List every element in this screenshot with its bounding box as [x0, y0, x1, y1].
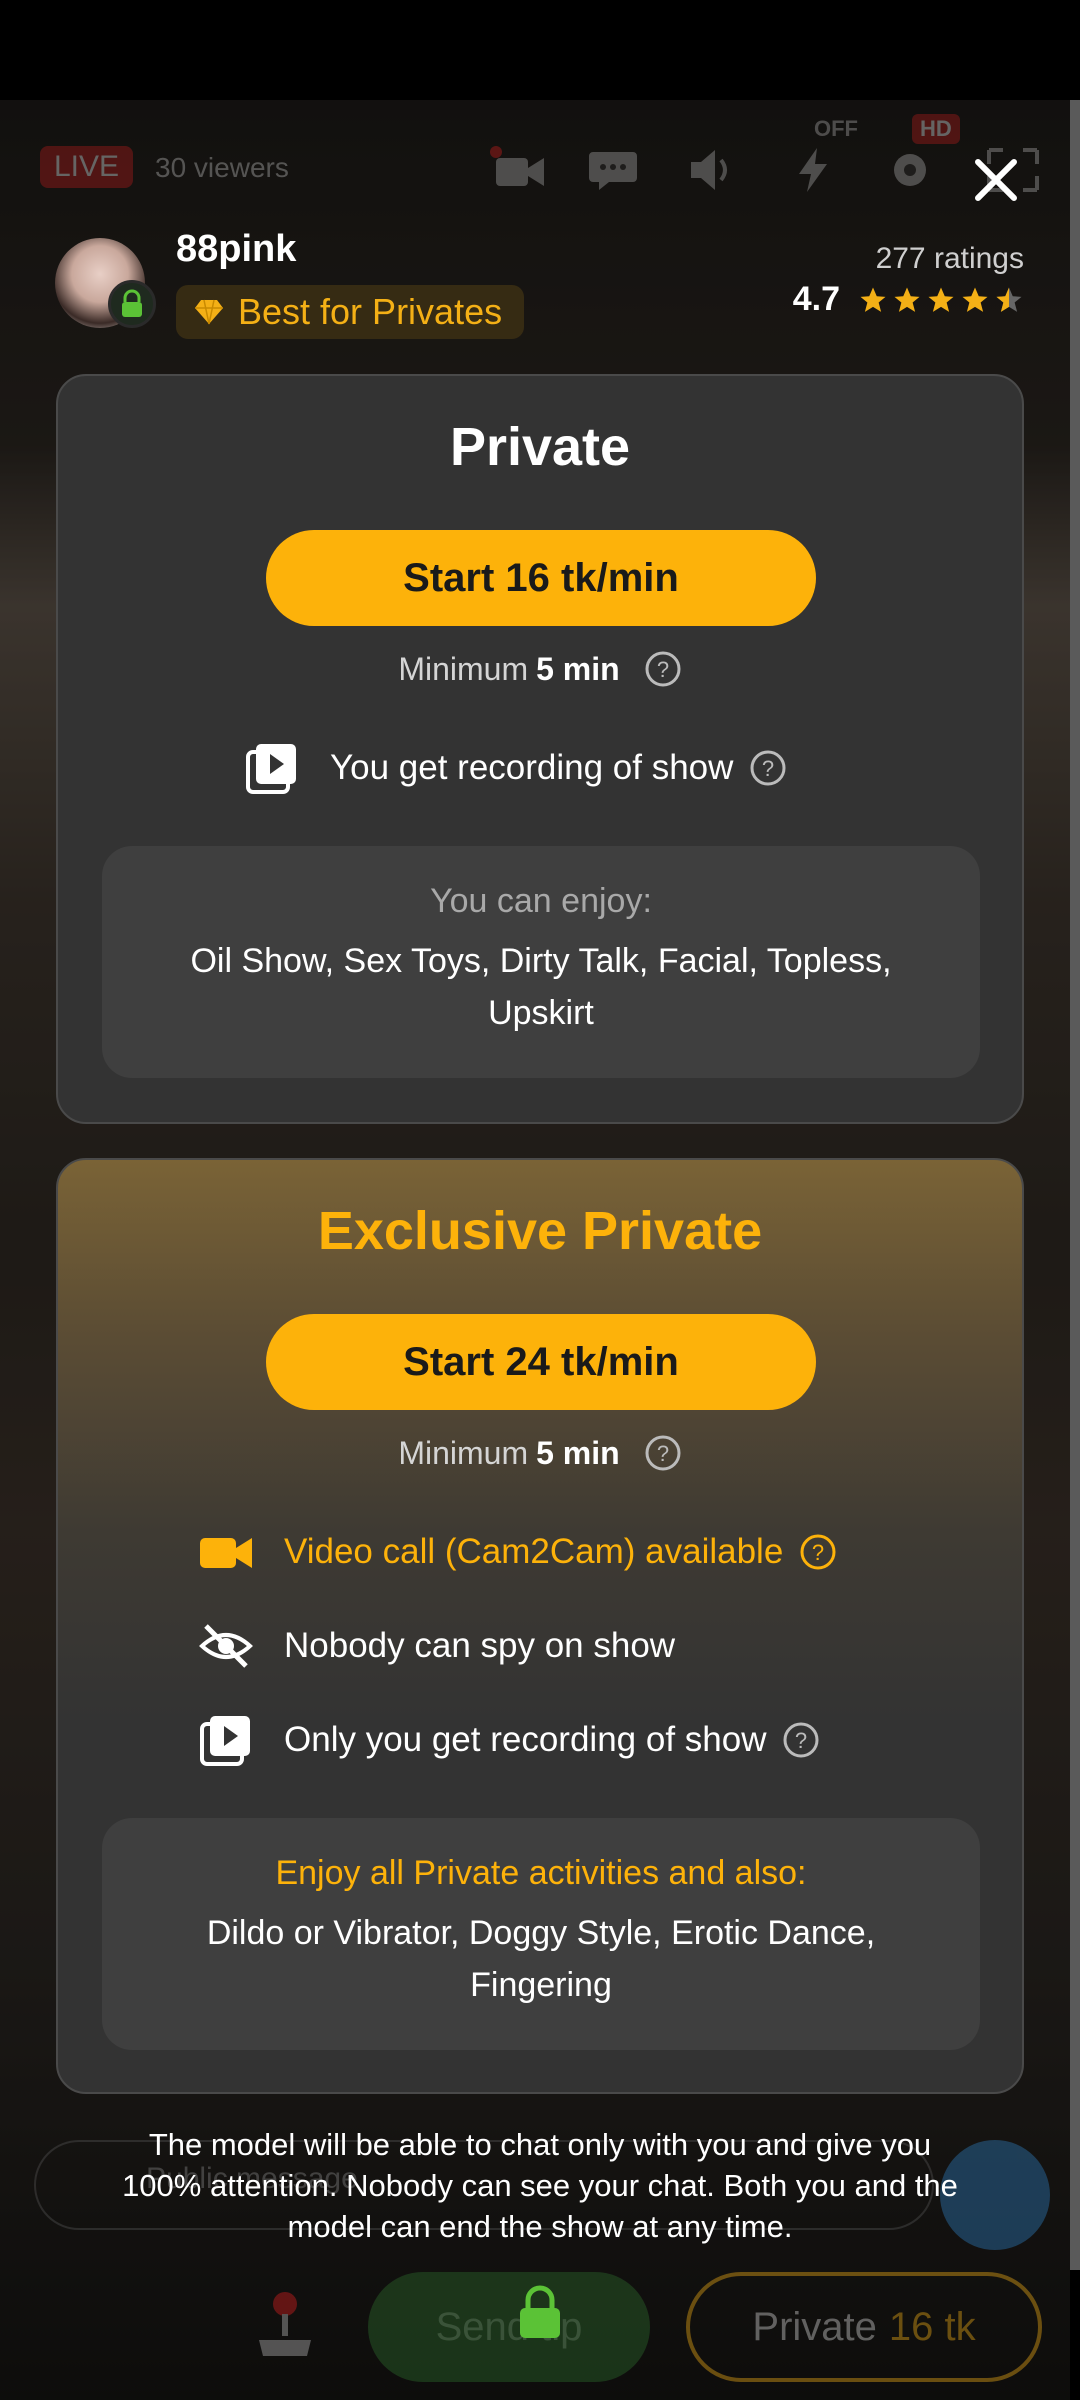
enjoy-list-line: Fingering — [470, 1966, 612, 2004]
private-title: Private — [449, 417, 631, 477]
exclusive-minimum: Minimum 5 min ? — [58, 1434, 1022, 1472]
minimum-prefix: Minimum — [398, 650, 529, 687]
recording-feature: You get recording of show ? — [244, 740, 787, 796]
camera-icon[interactable] — [490, 146, 546, 194]
enjoy-title: You can enjoy: — [430, 882, 652, 920]
player-controls: LIVE 30 viewers OFF HD — [0, 114, 1070, 210]
help-icon[interactable]: ? — [644, 650, 682, 688]
private-price: 16 tk — [888, 2304, 976, 2349]
start-exclusive-button[interactable]: Start 24 tk/min — [266, 1314, 816, 1410]
enjoy-list-line: Dildo or Vibrator, Doggy Style, Erotic D… — [206, 1914, 876, 1952]
rating-value: 4.7 — [792, 280, 840, 318]
lock-icon — [520, 2285, 560, 2338]
lightning-off-tag: OFF — [814, 116, 858, 141]
close-icon[interactable] — [968, 152, 1024, 208]
private-enjoy-box: You can enjoy: Oil Show, Sex Toys, Dirty… — [102, 846, 980, 1078]
recording-icon — [246, 744, 296, 794]
help-icon[interactable]: ? — [799, 1533, 837, 1571]
svg-text:?: ? — [812, 1540, 824, 1565]
cam2cam-feature: Video call (Cam2Cam) available ? — [198, 1524, 837, 1580]
enjoy-title: Enjoy all Private activities and also: — [275, 1854, 807, 1892]
send-tip-button[interactable]: Send tip — [368, 2272, 650, 2382]
star-icon — [962, 287, 988, 312]
volume-icon[interactable] — [685, 146, 741, 194]
no-spy-feature: Nobody can spy on show — [198, 1618, 675, 1674]
exclusive-enjoy-box: Enjoy all Private activities and also: D… — [102, 1818, 980, 2050]
footer-note-line: 100% attention. Nobody can see your chat… — [122, 2168, 958, 2203]
recording-text: You get recording of show — [330, 748, 734, 787]
star-icon — [928, 287, 954, 312]
ratings-count: 277 ratings — [875, 242, 1024, 275]
eye-off-icon — [199, 1624, 253, 1668]
private-minimum: Minimum 5 min ? — [58, 650, 1022, 688]
best-for-privates-badge: Best for Privates — [176, 285, 525, 339]
joystick-icon[interactable] — [255, 2290, 315, 2360]
help-icon[interactable]: ? — [644, 1434, 682, 1472]
help-icon[interactable]: ? — [749, 749, 787, 787]
enjoy-list-line: Oil Show, Sex Toys, Dirty Talk, Facial, … — [190, 942, 892, 980]
exclusive-title: Exclusive Private — [317, 1201, 763, 1261]
enjoy-list: Dildo or Vibrator, Doggy Style, Erotic D… — [102, 1907, 980, 2011]
footer-note: The model will be able to chat only with… — [40, 2124, 1040, 2247]
chat-icon[interactable] — [585, 146, 641, 194]
minimum-prefix: Minimum — [398, 1434, 529, 1471]
model-name[interactable]: 88pink — [176, 228, 296, 271]
no-spy-text: Nobody can spy on show — [284, 1626, 676, 1665]
live-badge: LIVE — [40, 146, 134, 188]
start-private-button[interactable]: Start 16 tk/min — [266, 530, 816, 626]
lightning-icon[interactable] — [785, 146, 841, 194]
exclusive-private-card: Exclusive Private Start 24 tk/min Minimu… — [56, 1158, 1024, 2094]
scrollbar[interactable] — [1070, 100, 1080, 2270]
video-camera-icon — [200, 1538, 252, 1568]
hd-badge: HD — [912, 114, 960, 144]
svg-text:?: ? — [795, 1728, 807, 1753]
svg-text:?: ? — [657, 657, 669, 682]
recording-icon — [200, 1716, 250, 1766]
private-button[interactable]: Private 16 tk — [686, 2272, 1042, 2382]
star-icon — [860, 287, 886, 312]
svg-text:?: ? — [762, 756, 774, 781]
exclusive-recording-feature: Only you get recording of show ? — [198, 1712, 820, 1768]
lock-icon — [108, 280, 156, 328]
help-icon[interactable]: ? — [782, 1721, 820, 1759]
settings-icon[interactable] — [882, 146, 938, 194]
star-icon — [894, 287, 920, 312]
footer-note-line: The model will be able to chat only with… — [148, 2127, 932, 2162]
exclusive-recording-text: Only you get recording of show — [284, 1720, 767, 1759]
badge-label: Best for Privates — [238, 291, 503, 332]
minimum-value: 5 min — [536, 1434, 620, 1471]
private-card: Private Start 16 tk/min Minimum 5 min ? … — [56, 374, 1024, 1124]
viewer-count: 30 viewers — [155, 152, 289, 183]
rating-row: 4.7 — [793, 280, 1024, 319]
footer-note-line: model can end the show at any time. — [287, 2209, 793, 2244]
private-label: Private — [752, 2304, 877, 2349]
minimum-value: 5 min — [536, 650, 620, 687]
star-rating — [858, 285, 1024, 315]
enjoy-list-line: Upskirt — [488, 994, 594, 1032]
half-star-icon — [996, 287, 1022, 312]
enjoy-list: Oil Show, Sex Toys, Dirty Talk, Facial, … — [102, 935, 980, 1039]
svg-text:?: ? — [657, 1441, 669, 1466]
diamond-icon — [195, 299, 223, 325]
cam2cam-text: Video call (Cam2Cam) available — [284, 1532, 784, 1571]
